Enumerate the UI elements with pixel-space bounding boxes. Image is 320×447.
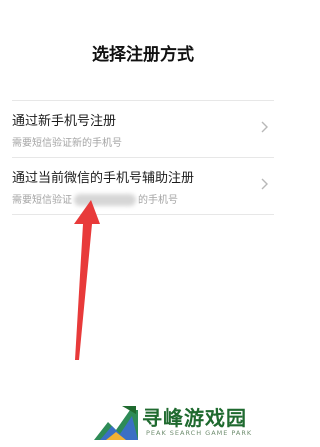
- watermark-logo-icon: [94, 406, 138, 440]
- option-subtitle: 需要短信验证新的手机号: [12, 138, 122, 149]
- watermark: 寻峰游戏园 PEAK SEARCH GAME PARK: [92, 400, 286, 447]
- chevron-right-icon: [261, 121, 268, 133]
- option-title: 通过当前微信的手机号辅助注册: [12, 171, 195, 186]
- watermark-subtitle: PEAK SEARCH GAME PARK: [146, 429, 253, 437]
- divider: [12, 214, 274, 215]
- option-title: 通过新手机号注册: [12, 114, 117, 129]
- option-new-phone[interactable]: 通过新手机号注册 需要短信验证新的手机号: [12, 101, 274, 157]
- arrow-up-annotation-icon: [74, 200, 100, 360]
- chevron-right-icon: [261, 178, 268, 190]
- subtitle-suffix: 的手机号: [138, 195, 178, 206]
- option-wechat-phone[interactable]: 通过当前微信的手机号辅助注册 需要短信验证 的手机号: [12, 158, 274, 214]
- watermark-title: 寻峰游戏园: [142, 406, 247, 430]
- page-title: 选择注册方式: [92, 45, 194, 65]
